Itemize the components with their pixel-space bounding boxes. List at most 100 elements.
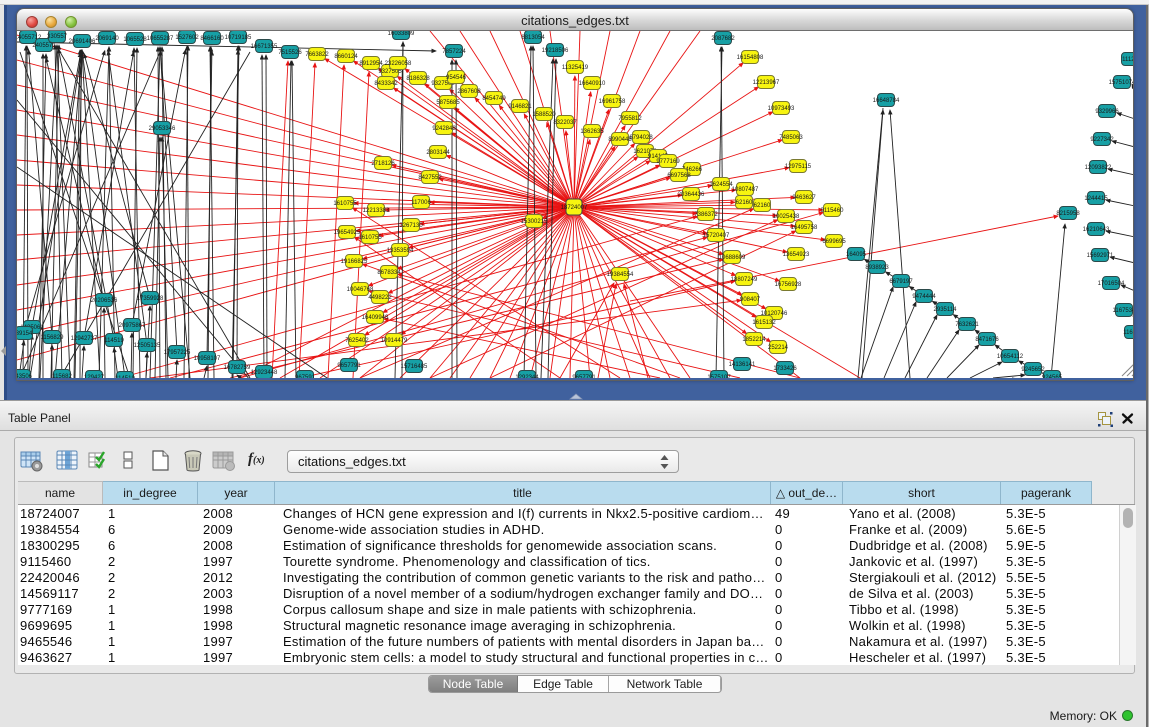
svg-text:9115460: 9115460 xyxy=(821,208,845,214)
svg-text:2087682: 2087682 xyxy=(711,36,735,42)
svg-text:164095: 164095 xyxy=(846,252,867,258)
svg-text:10719185: 10719185 xyxy=(225,35,252,41)
svg-text:7663822: 7663822 xyxy=(305,52,329,58)
svg-text:11124: 11124 xyxy=(1122,57,1133,63)
svg-text:12923448: 12923448 xyxy=(251,370,278,376)
svg-text:12942737: 12942737 xyxy=(71,336,98,342)
svg-text:1527602: 1527602 xyxy=(175,35,199,41)
svg-text:1610755: 1610755 xyxy=(358,235,382,241)
svg-text:19654925: 19654925 xyxy=(334,230,361,236)
svg-text:1292344: 1292344 xyxy=(515,375,539,378)
svg-text:15716485: 15716485 xyxy=(401,364,428,370)
svg-text:8912954: 8912954 xyxy=(359,61,383,67)
svg-text:1615132: 1615132 xyxy=(752,320,776,326)
svg-text:10973493: 10973493 xyxy=(768,106,795,112)
svg-text:6699695: 6699695 xyxy=(822,239,846,245)
svg-text:16210643: 16210643 xyxy=(1083,227,1110,233)
svg-text:1733426: 1733426 xyxy=(773,366,797,372)
svg-text:16409948: 16409948 xyxy=(362,315,389,321)
svg-text:16782759: 16782759 xyxy=(224,365,251,371)
svg-text:23226058: 23226058 xyxy=(385,61,412,67)
svg-text:6697568: 6697568 xyxy=(667,173,691,179)
svg-text:7515526: 7515526 xyxy=(278,50,302,56)
svg-text:8454749: 8454749 xyxy=(482,96,506,102)
svg-text:9227342: 9227342 xyxy=(1090,137,1114,143)
svg-text:16961758: 16961758 xyxy=(599,99,626,105)
svg-text:16154808: 16154808 xyxy=(737,55,764,61)
svg-text:10654112: 10654112 xyxy=(997,354,1024,360)
svg-text:16640910: 16640910 xyxy=(579,81,606,87)
svg-text:9146821: 9146821 xyxy=(508,104,532,110)
svg-text:9777169: 9777169 xyxy=(656,159,680,165)
svg-text:20364436: 20364436 xyxy=(678,192,705,198)
svg-text:2718126: 2718126 xyxy=(371,161,395,167)
svg-text:13654923: 13654923 xyxy=(783,252,810,258)
svg-text:252214: 252214 xyxy=(768,345,789,351)
svg-text:14136141: 14136141 xyxy=(729,362,756,368)
svg-text:1852214: 1852214 xyxy=(742,337,766,343)
svg-text:129427: 129427 xyxy=(84,375,105,378)
svg-text:8813054: 8813054 xyxy=(521,35,545,41)
svg-text:12213383: 12213383 xyxy=(363,208,390,214)
svg-text:2069140: 2069140 xyxy=(95,36,119,42)
svg-text:15751074: 15751074 xyxy=(1109,80,1133,86)
svg-text:4498222: 4498222 xyxy=(368,295,392,301)
svg-text:16756928: 16756928 xyxy=(775,282,802,288)
svg-text:1610755: 1610755 xyxy=(333,201,357,207)
svg-text:8186328: 8186328 xyxy=(406,76,430,82)
svg-text:8678334: 8678334 xyxy=(377,270,401,276)
svg-text:2867608: 2867608 xyxy=(457,89,481,95)
svg-text:9327505: 9327505 xyxy=(378,69,402,75)
svg-text:9463627: 9463627 xyxy=(792,195,816,201)
svg-text:62160: 62160 xyxy=(736,200,753,206)
svg-text:8433342: 8433342 xyxy=(374,81,398,87)
svg-text:9242848: 9242848 xyxy=(432,126,456,132)
svg-text:7632621: 7632621 xyxy=(955,322,979,328)
svg-text:19166825: 19166825 xyxy=(341,259,368,265)
svg-text:11325419: 11325419 xyxy=(562,65,589,71)
svg-text:16495758: 16495758 xyxy=(791,225,818,231)
svg-text:19384554: 19384554 xyxy=(607,272,634,278)
svg-text:18807249: 18807249 xyxy=(731,277,758,283)
svg-text:12213967: 12213967 xyxy=(753,80,780,86)
svg-text:19218506: 19218506 xyxy=(542,48,569,54)
svg-text:10046768: 10046768 xyxy=(347,287,374,293)
svg-text:9474444: 9474444 xyxy=(912,294,936,300)
svg-text:330557: 330557 xyxy=(47,34,68,40)
svg-text:16648784: 16648784 xyxy=(873,98,900,104)
svg-text:12975115: 12975115 xyxy=(785,164,812,170)
svg-text:5875685: 5875685 xyxy=(436,100,460,106)
svg-text:2803144: 2803144 xyxy=(426,150,450,156)
svg-text:17359928: 17359928 xyxy=(137,296,164,302)
svg-text:7386372: 7386372 xyxy=(694,212,718,218)
svg-text:908407: 908407 xyxy=(740,297,761,303)
svg-text:29053346: 29053346 xyxy=(149,126,176,132)
svg-text:116753: 116753 xyxy=(1123,330,1133,336)
svg-text:1167534: 1167534 xyxy=(1113,308,1133,314)
svg-text:17016504: 17016504 xyxy=(1098,281,1125,287)
svg-text:13353594: 13353594 xyxy=(387,248,414,254)
svg-text:10807487: 10807487 xyxy=(732,187,759,193)
svg-text:143506: 143506 xyxy=(17,374,33,378)
svg-text:967591: 967591 xyxy=(295,375,316,378)
svg-text:10655287: 10655287 xyxy=(147,36,174,42)
svg-text:1624554: 1624554 xyxy=(709,182,733,188)
svg-text:20975867: 20975867 xyxy=(119,323,146,329)
svg-text:10914479: 10914479 xyxy=(381,338,408,344)
svg-text:16671355: 16671355 xyxy=(251,44,278,50)
svg-text:8215958: 8215958 xyxy=(1056,211,1080,217)
svg-text:2405571: 2405571 xyxy=(32,43,56,49)
svg-text:8427552: 8427552 xyxy=(418,175,442,181)
svg-text:12505135: 12505135 xyxy=(134,343,161,349)
svg-text:15300215: 15300215 xyxy=(521,219,548,225)
svg-text:39154: 39154 xyxy=(17,331,33,337)
svg-text:8466160: 8466160 xyxy=(200,36,224,42)
svg-text:8322037: 8322037 xyxy=(553,120,577,126)
svg-text:10958107: 10958107 xyxy=(194,356,221,362)
svg-text:7485063: 7485063 xyxy=(779,135,803,141)
svg-text:8660124: 8660124 xyxy=(334,54,358,60)
svg-text:924565: 924565 xyxy=(1042,375,1063,378)
svg-text:16033809: 16033809 xyxy=(388,31,415,37)
svg-text:7625402: 7625402 xyxy=(345,338,369,344)
svg-text:3267130: 3267130 xyxy=(399,223,423,229)
